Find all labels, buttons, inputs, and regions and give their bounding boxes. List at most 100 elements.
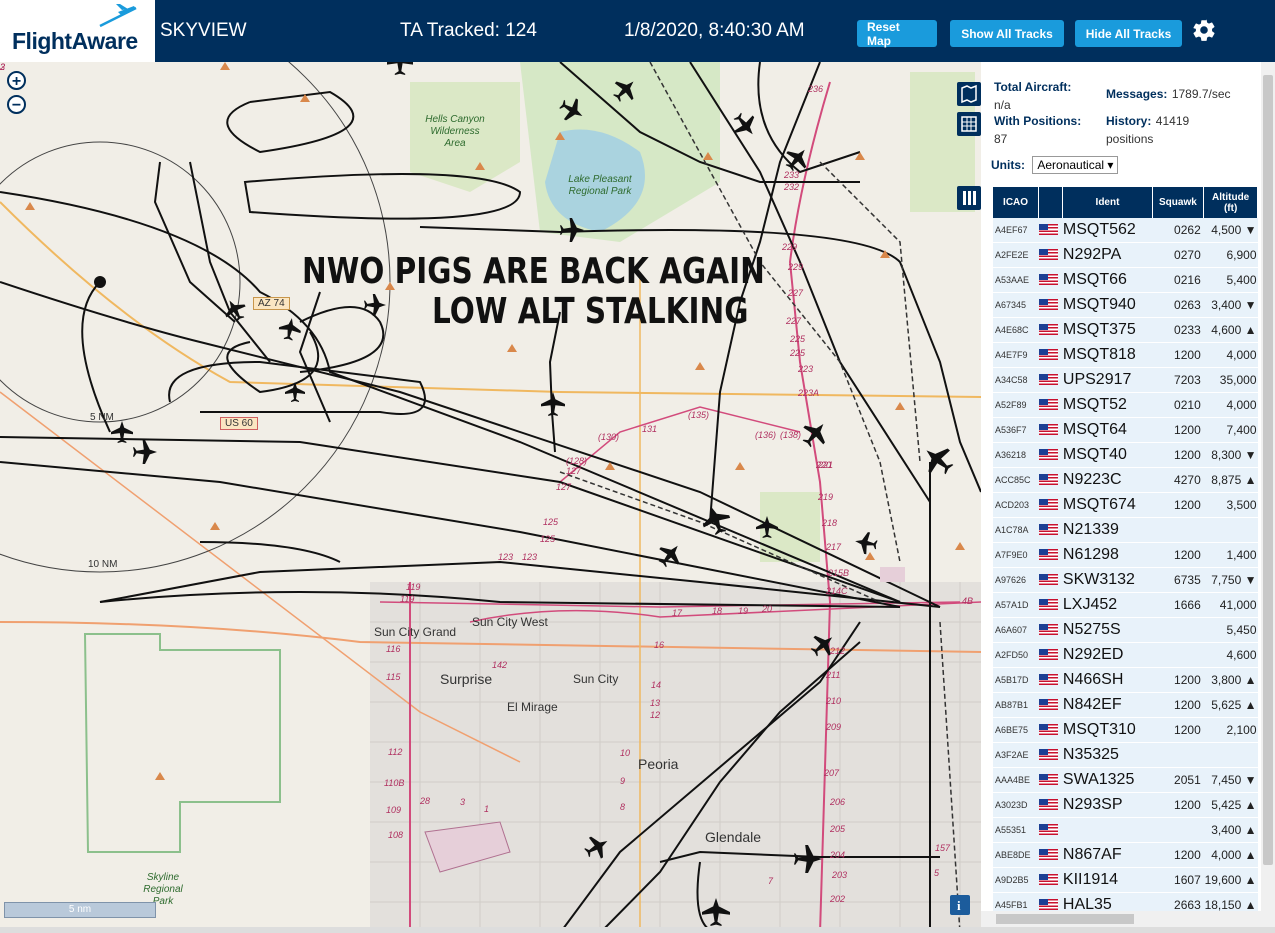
altitude-cell: 8,875 ▲ — [1203, 467, 1258, 493]
icao-cell: A1C78A — [993, 517, 1039, 543]
total-aircraft: Total Aircraft: n/a — [994, 78, 1071, 114]
us-flag-icon — [1038, 499, 1058, 511]
flag-cell — [1038, 417, 1063, 443]
map-layers-icon[interactable] — [957, 82, 981, 106]
route-number-label: 123 — [522, 552, 538, 562]
route-number-label: 212 — [830, 646, 846, 656]
show-all-tracks-button[interactable]: Show All Tracks — [950, 20, 1064, 47]
icao-cell: ABE8DE — [993, 842, 1039, 868]
us-flag-icon — [1038, 249, 1058, 261]
info-icon[interactable]: i — [950, 895, 970, 915]
panel-scrollbar-thumb[interactable] — [1263, 75, 1273, 865]
col-squawk[interactable]: Squawk — [1152, 187, 1205, 218]
route-number-label: 19 — [738, 606, 749, 616]
us-flag-icon — [1038, 824, 1058, 836]
squawk-cell — [1152, 817, 1204, 843]
units-label: Units: — [991, 158, 1025, 172]
table-row[interactable]: ACD203 MSQT674 1200 3,500 — [993, 492, 1258, 518]
table-row[interactable]: AB87B1 N842EF 1200 5,625 ▲ — [993, 692, 1258, 718]
table-row[interactable]: A52F89 MSQT52 0210 4,000 — [993, 392, 1258, 418]
col-altitude[interactable]: Altitude (ft) — [1203, 187, 1258, 218]
route-number-label: 125 — [543, 517, 559, 527]
table-row[interactable]: A6BE75 MSQT310 1200 2,100 — [993, 717, 1258, 743]
table-row[interactable]: A4E68C MSQT375 0233 4,600 ▲ — [993, 317, 1258, 343]
table-row[interactable]: A6A607 N5275S 5,450 — [993, 617, 1258, 643]
reset-map-button[interactable]: Reset Map — [857, 20, 937, 48]
route-number-label: 209 — [826, 722, 842, 732]
altitude-cell: 35,000 — [1203, 367, 1258, 393]
icao-cell: A6BE75 — [993, 717, 1039, 743]
squawk-cell: 6735 — [1152, 567, 1204, 593]
with-positions-label: With Positions: — [994, 114, 1082, 128]
panel-hscrollbar-thumb[interactable] — [996, 914, 1134, 924]
place-label: Peoria — [638, 756, 679, 772]
altitude-cell: 4,500 ▼ — [1203, 218, 1258, 243]
us-flag-icon — [1038, 474, 1058, 486]
table-row[interactable]: A5B17D N466SH 1200 3,800 ▲ — [993, 667, 1258, 693]
route-number-label: 116 — [386, 644, 401, 654]
ident-cell: MSQT52 — [1062, 392, 1153, 418]
col-icao[interactable]: ICAO — [993, 187, 1040, 218]
table-row[interactable]: A3F2AE N35325 — [993, 742, 1258, 768]
route-number-label: 1 — [484, 804, 490, 814]
route-number-label: 142 — [492, 660, 508, 670]
table-row[interactable]: A1C78A N21339 — [993, 517, 1258, 543]
total-aircraft-value: n/a — [994, 98, 1011, 112]
us-flag-icon — [1038, 699, 1058, 711]
squawk-cell: 0210 — [1152, 392, 1204, 418]
hide-all-tracks-button[interactable]: Hide All Tracks — [1075, 20, 1182, 47]
us-flag-icon — [1038, 524, 1058, 536]
units-select[interactable]: Aeronautical ▾ — [1032, 156, 1119, 174]
plane-logo-icon — [99, 4, 137, 28]
history-label: History: — [1106, 114, 1152, 128]
squawk-cell: 0216 — [1152, 267, 1204, 293]
table-row[interactable]: ABE8DE N867AF 1200 4,000 ▲ — [993, 842, 1258, 868]
table-row[interactable]: A2FE2E N292PA 0270 6,900 — [993, 242, 1258, 268]
table-row[interactable]: A4E7F9 MSQT818 1200 4,000 — [993, 342, 1258, 368]
zoom-out-button[interactable]: − — [7, 95, 26, 114]
table-row[interactable]: A34C58 UPS2917 7203 35,000 — [993, 367, 1258, 393]
aircraft-panel: Total Aircraft: n/a Messages: 1789.7/sec… — [981, 62, 1275, 933]
zoom-in-button[interactable]: + — [7, 71, 26, 90]
ident-cell: SWA1325 — [1062, 767, 1153, 793]
icao-cell: A2FE2E — [993, 242, 1039, 268]
table-row[interactable]: A57A1D LXJ452 1666 41,000 — [993, 592, 1258, 618]
table-row[interactable]: A55351 3,400 ▲ — [993, 817, 1258, 843]
icao-cell: A3023D — [993, 792, 1039, 818]
table-header-row: ICAO Ident Squawk Altitude (ft) — [993, 187, 1258, 218]
altitude-cell: 7,400 — [1203, 417, 1258, 443]
table-row[interactable]: AAA4BE SWA1325 2051 7,450 ▼ — [993, 767, 1258, 793]
logo[interactable]: FlightAware — [0, 0, 155, 62]
grid-icon[interactable] — [957, 112, 981, 136]
route-number-label: (138) — [780, 430, 802, 440]
units-row: Units: Aeronautical ▾ — [991, 156, 1119, 174]
with-positions-value: 87 — [994, 132, 1008, 146]
gear-icon[interactable] — [1191, 17, 1217, 43]
table-row[interactable]: A536F7 MSQT64 1200 7,400 — [993, 417, 1258, 443]
route-number-label: 110B — [384, 778, 405, 788]
table-row[interactable]: A2FD50 N292ED 4,600 — [993, 642, 1258, 668]
route-number-label: (130) — [598, 432, 620, 442]
icao-cell: A4E68C — [993, 317, 1039, 343]
table-row[interactable]: A7F9E0 N61298 1200 1,400 — [993, 542, 1258, 568]
route-number-label: (136) — [755, 430, 777, 440]
road-shield: US 60 — [220, 417, 258, 430]
table-row[interactable]: A67345 MSQT940 0263 3,400 ▼ — [993, 292, 1258, 318]
us-flag-icon — [1038, 324, 1058, 336]
table-row[interactable]: A97626 SKW3132 6735 7,750 ▼ — [993, 567, 1258, 593]
table-row[interactable]: A36218 MSQT40 1200 8,300 ▼ — [993, 442, 1258, 468]
col-flag[interactable] — [1038, 187, 1064, 218]
squawk-cell: 1200 — [1152, 417, 1204, 443]
map-view[interactable]: + − i NWO PIGS ARE BACK AGAIN LOW ALT ST… — [0, 62, 981, 933]
ident-cell: KII1914 — [1062, 867, 1153, 893]
table-row[interactable]: A4EF67 MSQT562 0262 4,500 ▼ — [993, 218, 1258, 243]
table-row[interactable]: A3023D N293SP 1200 5,425 ▲ — [993, 792, 1258, 818]
columns-icon[interactable] — [957, 186, 981, 210]
route-number-label: (128) — [566, 456, 588, 466]
table-row[interactable]: ACC85C N9223C 4270 8,875 ▲ — [993, 467, 1258, 493]
ident-cell: MSQT310 — [1062, 717, 1153, 743]
altitude-cell: 8,300 ▼ — [1203, 442, 1258, 468]
table-row[interactable]: A53AAE MSQT66 0216 5,400 — [993, 267, 1258, 293]
table-row[interactable]: A9D2B5 KII1914 1607 19,600 ▲ — [993, 867, 1258, 893]
col-ident[interactable]: Ident — [1062, 187, 1153, 218]
